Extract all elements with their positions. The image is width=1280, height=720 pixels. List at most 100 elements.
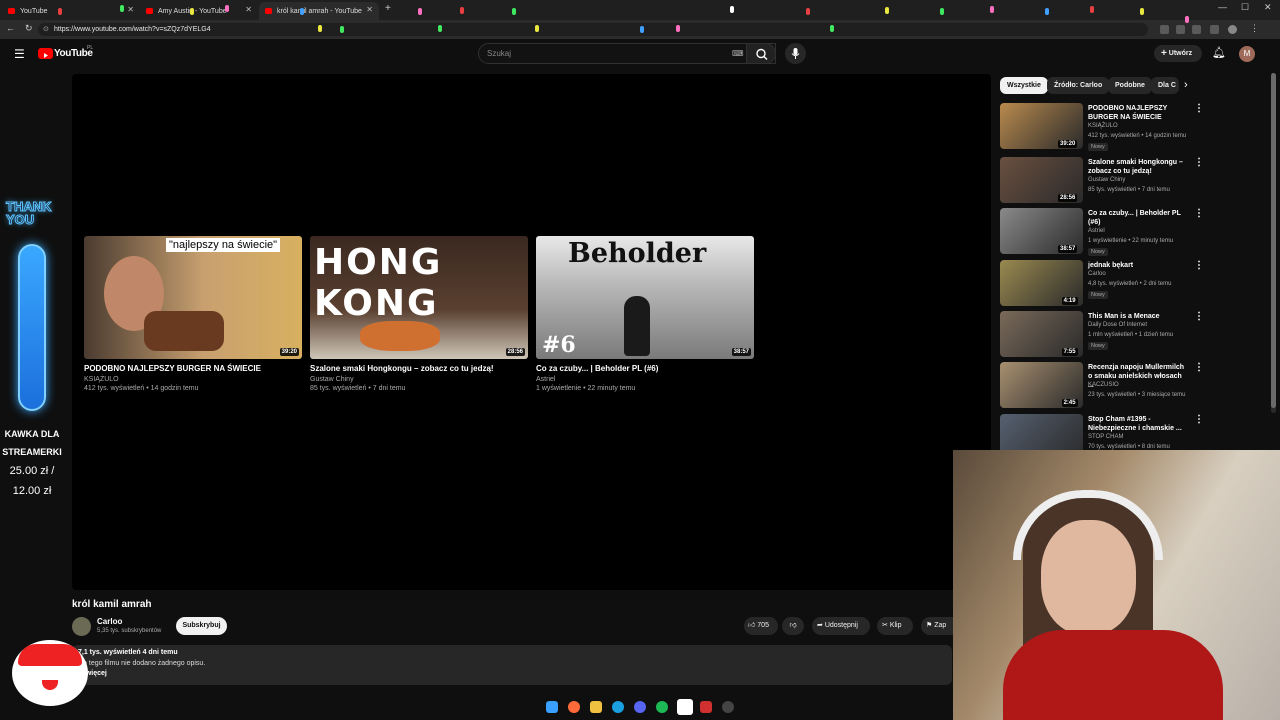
obs-app-icon[interactable] [700,701,712,713]
recommendation-item[interactable]: 38:57 Co za czuby... | Beholder PL (#6) As… [1000,208,1204,257]
share-button[interactable]: ➦ Udostępnij [812,617,870,635]
endscreen-meta: 85 tys. wyświetleń • 7 dni temu [310,385,406,392]
endscreen-title[interactable]: Co za czuby... | Beholder PL (#6) [536,364,754,373]
page-scrollbar[interactable] [1271,73,1276,413]
mascot-sticker [12,640,88,706]
recommendation-channel: Carloo [1088,271,1106,277]
site-info-icon[interactable]: ⊙ [43,23,49,36]
bookmark-icon: ⚑ [926,622,933,629]
recommendation-item[interactable]: 7:55 This Man is a Menace Daily Dose Of In… [1000,311,1204,360]
tab-label: król kamil amrah - YouTube [277,7,362,15]
endscreen-thumbnail[interactable]: Beholder #6 38:57 [536,236,754,359]
hamburger-menu-icon[interactable]: ☰ [14,47,25,61]
recommendation-title[interactable]: Stop Cham #1395 - Niebezpieczne i chamsk… [1088,415,1186,433]
discord-icon[interactable] [634,701,646,713]
spotify-icon[interactable] [656,701,668,713]
more-options-icon[interactable]: ⋮ [1194,311,1204,322]
video-duration: 28:56 [505,348,525,356]
recommendation-title[interactable]: This Man is a Menace [1088,312,1186,321]
extension-icon[interactable] [1160,25,1169,34]
maximize-icon[interactable]: ☐ [1241,2,1249,13]
recommendation-title[interactable]: Szalone smaki Hongkongu – zobacz co tu j… [1088,158,1186,176]
endscreen-channel: KSIĄŻULO [84,376,119,383]
light-bulb [940,8,944,15]
endscreen-video-3[interactable]: Beholder #6 38:57 Co za czuby... | Behol… [536,236,754,393]
tab-amy-austin[interactable]: Amy Austin - YouTube ✕ [140,2,258,20]
account-avatar[interactable]: M [1239,46,1255,62]
close-tab-icon[interactable]: ✕ [366,5,373,14]
recommendation-title[interactable]: Co za czuby... | Beholder PL (#6) [1088,209,1186,227]
keyboard-icon[interactable]: ⌨ [732,44,744,63]
close-tab-icon[interactable]: ✕ [245,5,252,14]
more-options-icon[interactable]: ⋮ [1194,414,1204,425]
close-tab-icon[interactable]: ✕ [127,5,134,14]
chip-similar[interactable]: Podobne [1108,77,1152,94]
chip-from-source[interactable]: Źródło: Carloo [1047,77,1110,94]
extension-icon[interactable] [1176,25,1185,34]
close-window-icon[interactable]: ✕ [1264,2,1272,13]
save-button[interactable]: ⚑ Zap [921,617,953,635]
extension-icon[interactable] [1192,25,1201,34]
like-button[interactable]: 👍︎ 705 [744,617,778,635]
voice-search-button[interactable] [785,43,806,64]
more-options-icon[interactable]: ⋮ [1194,362,1204,373]
more-options-icon[interactable]: ⋮ [1194,103,1204,114]
notifications-bell-icon[interactable]: 🔔︎ [1212,46,1226,59]
search-input[interactable]: Szukaj ⌨ [478,43,776,64]
search-icon [756,48,768,60]
edge-icon[interactable] [612,701,624,713]
extension-icon[interactable] [1210,25,1219,34]
endscreen-video-1[interactable]: "najlepszy na świecie" 39:20 PODOBNO NAJ… [84,236,302,393]
create-button[interactable]: + Utwórz [1154,45,1202,62]
recommendation-title[interactable]: PODOBNO NAJLEPSZY BURGER NA ŚWIECIE [1088,104,1186,122]
recommendation-item[interactable]: 28:56 Szalone smaki Hongkongu – zobacz co… [1000,157,1204,206]
reload-icon[interactable]: ↻ [25,23,33,34]
recommendation-item[interactable]: 2:45 Recenzja napoju Mullermilch o smaku … [1000,362,1204,411]
chevron-right-icon[interactable]: › [1184,79,1188,91]
thumb-episode-badge: #6 [542,332,576,358]
recommendation-title[interactable]: jednak bękart [1088,261,1186,270]
chip-for-you[interactable]: Dla C [1151,77,1179,94]
plus-icon: + [1161,48,1167,59]
scrollbar-thumb[interactable] [1271,73,1276,408]
share-arrow-icon: ➦ [817,622,823,629]
recommendation-item[interactable]: 4:19 jednak bękart Carloo 4,8 tys. wyświetl… [1000,260,1204,309]
endscreen-title[interactable]: Szalone smaki Hongkongu – zobacz co tu j… [310,364,528,373]
menu-dots-icon[interactable]: ⋮ [1250,23,1259,34]
more-options-icon[interactable]: ⋮ [1194,208,1204,219]
browser-app-icon[interactable] [568,701,580,713]
profile-icon[interactable] [1228,25,1237,34]
search-button[interactable] [746,43,776,64]
back-arrow-icon[interactable]: ← [6,23,15,33]
channel-name[interactable]: Carloo [97,617,122,626]
url-field[interactable]: ⊙ https://www.youtube.com/watch?v=sZQz7d… [38,23,1148,36]
recommendation-channel: KSIĄŻULO [1088,123,1118,129]
more-options-icon[interactable]: ⋮ [1194,157,1204,168]
light-bulb [120,5,124,12]
endscreen-video-2[interactable]: HONG KONG 28:56 Szalone smaki Hongkongu … [310,236,528,393]
clip-button[interactable]: ✂ Klip [877,617,913,635]
new-badge: Nowy [1088,291,1108,299]
endscreen-thumbnail[interactable]: HONG KONG 28:56 [310,236,528,359]
settings-gear-icon[interactable] [722,701,734,713]
more-options-icon[interactable]: ⋮ [1194,260,1204,271]
youtube-logo-icon[interactable] [38,48,53,59]
subscribe-button[interactable]: Subskrybuj [176,617,227,635]
endscreen-title[interactable]: PODOBNO NAJLEPSZY BURGER NA ŚWIECIE [84,364,302,373]
endscreen-thumbnail[interactable]: "najlepszy na świecie" 39:20 [84,236,302,359]
endscreen-meta: 1 wyświetlenie • 22 minuty temu [536,385,636,392]
recommendation-item[interactable]: 39:20 PODOBNO NAJLEPSZY BURGER NA ŚWIECIE… [1000,103,1204,152]
notes-app-icon[interactable] [677,699,693,715]
windows-start-icon[interactable] [546,701,558,713]
tab-krol-kamil[interactable]: król kamil amrah - YouTube ✕ [259,2,379,20]
minimize-icon[interactable]: — [1218,2,1227,12]
microphone-icon [791,48,800,59]
chip-all[interactable]: Wszystkie [1000,77,1048,94]
channel-avatar[interactable] [72,617,91,636]
dislike-button[interactable]: 👎︎ [782,617,804,635]
file-explorer-icon[interactable] [590,701,602,713]
donation-amount-line2: 12.00 zł [12,485,52,497]
video-duration: 39:20 [1058,140,1078,148]
new-tab-button[interactable]: + [385,3,391,14]
endscreen-meta: 412 tys. wyświetleń • 14 godzin temu [84,385,199,392]
